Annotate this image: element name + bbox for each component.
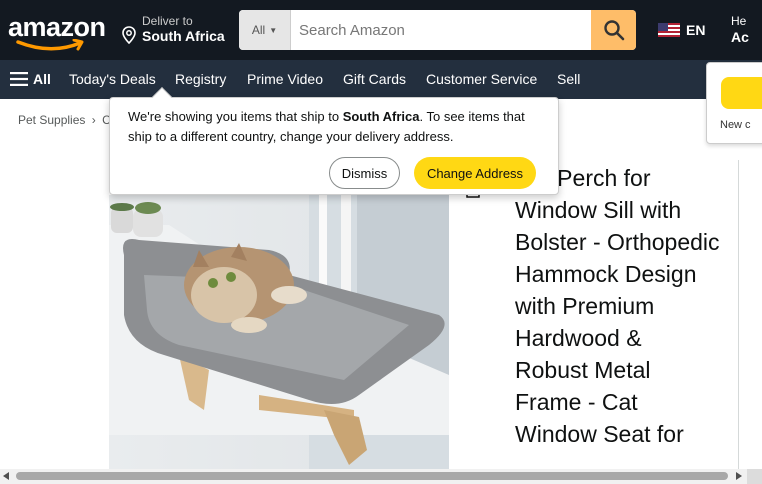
change-address-button[interactable]: Change Address <box>414 157 536 189</box>
account-menu[interactable]: He Ac <box>730 14 762 48</box>
signin-flyout: New c <box>706 62 762 144</box>
deliver-to[interactable]: Deliver to South Africa <box>122 14 232 48</box>
scroll-left-arrow-icon[interactable] <box>3 472 9 480</box>
nav-link-gift-cards[interactable]: Gift Cards <box>343 71 406 87</box>
all-menu-button[interactable]: All <box>10 71 51 87</box>
popover-message: We're showing you items that ship to Sou… <box>128 107 538 147</box>
popover-text-before: We're showing you items that ship to <box>128 109 343 124</box>
scroll-right-arrow-icon[interactable] <box>736 472 742 480</box>
nav-link-customer-service[interactable]: Customer Service <box>426 71 537 87</box>
language-label: EN <box>686 22 706 38</box>
us-flag-icon <box>658 23 680 37</box>
cat-perch-photo <box>109 195 449 470</box>
breadcrumb-item-pet-supplies[interactable]: Pet Supplies <box>18 113 85 127</box>
search-bar: All ▼ <box>239 10 636 50</box>
popover-country: South Africa <box>342 109 420 124</box>
search-input[interactable] <box>291 10 591 50</box>
search-button[interactable] <box>591 10 636 50</box>
caret-down-icon: ▼ <box>269 25 278 35</box>
amazon-logo[interactable]: amazon <box>8 12 108 52</box>
signin-button[interactable] <box>721 77 762 109</box>
nav-link-todays-deals[interactable]: Today's Deals <box>69 71 156 87</box>
amazon-product-page: amazon Deliver to South Africa All ▼ Sea… <box>0 0 762 484</box>
breadcrumb: Pet Supplies › C <box>18 113 111 127</box>
delivery-popover: We're showing you items that ship to Sou… <box>109 87 559 195</box>
hamburger-icon <box>10 72 28 86</box>
deliver-label: Deliver to <box>142 14 193 28</box>
location-pin-icon <box>122 26 136 44</box>
scrollbar-thumb[interactable] <box>16 472 728 480</box>
all-menu-label: All <box>33 71 51 87</box>
sub-nav: All Today's Deals Registry Prime Video G… <box>0 60 762 99</box>
account-label: Ac <box>731 29 749 45</box>
search-icon <box>603 20 624 41</box>
language-selector[interactable]: EN <box>658 20 705 40</box>
smile-arrow-icon <box>16 39 84 51</box>
product-title: Cat Perch for Window Sill with Bolster -… <box>515 165 720 447</box>
breadcrumb-separator: › <box>91 113 96 127</box>
nav-link-sell[interactable]: Sell <box>557 71 580 87</box>
buy-box <box>738 160 762 484</box>
top-nav: amazon Deliver to South Africa All ▼ Sea… <box>0 0 762 60</box>
new-customer-text: New c <box>720 119 751 131</box>
search-category-label: All <box>251 23 266 37</box>
deliver-country: South Africa <box>142 28 225 44</box>
account-greeting: He <box>731 14 747 28</box>
product-image[interactable] <box>109 195 449 470</box>
dismiss-button[interactable]: Dismiss <box>329 157 400 189</box>
nav-link-registry[interactable]: Registry <box>175 71 226 87</box>
scrollbar-corner <box>747 469 762 484</box>
horizontal-scrollbar[interactable] <box>0 469 762 484</box>
nav-link-prime-video[interactable]: Prime Video <box>247 71 323 87</box>
search-category-dropdown[interactable]: All ▼ <box>239 10 291 50</box>
